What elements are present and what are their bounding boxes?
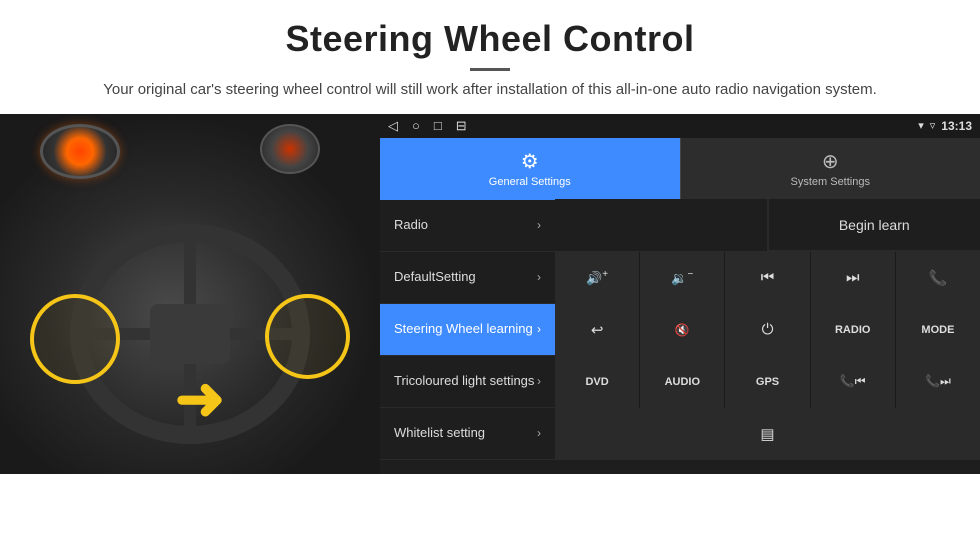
mode-text-button[interactable]: MODE: [896, 304, 980, 356]
left-menu: Radio › DefaultSetting › Steering Wheel …: [380, 200, 555, 474]
screen-button[interactable]: ▤: [555, 408, 980, 460]
volume-up-button[interactable]: 🔊+: [555, 252, 640, 304]
menu-item-tricolour-label: Tricoloured light settings: [394, 373, 537, 390]
hang-up-button[interactable]: ↩: [555, 304, 640, 356]
menu-buttons-row: Radio › DefaultSetting › Steering Wheel …: [380, 200, 980, 474]
power-icon: ⏻: [762, 321, 774, 338]
nav-menu-icon[interactable]: ⊟: [456, 118, 467, 134]
tel-prev-button[interactable]: 📞⏮: [811, 356, 896, 408]
nav-buttons: ◁ ○ □ ⊟: [388, 118, 467, 134]
android-panel: ◁ ○ □ ⊟ ▾ ▿ 13:13 ⚙ General Settings ⊕ S…: [380, 114, 980, 474]
page-title: Steering Wheel Control: [60, 18, 920, 60]
dvd-button[interactable]: DVD: [555, 356, 640, 408]
content-row: ➜ ◁ ○ □ ⊟ ▾ ▿ 13:13 ⚙ General Settings: [0, 114, 980, 474]
chevron-right-icon: ›: [537, 374, 541, 388]
hang-up-icon: ↩: [591, 321, 604, 339]
system-settings-icon: ⊕: [822, 149, 839, 174]
dashboard-instrument-left: [40, 124, 120, 179]
menu-item-radio[interactable]: Radio ›: [380, 200, 555, 252]
menu-item-whitelist[interactable]: Whitelist setting ›: [380, 408, 555, 460]
general-settings-icon: ⚙: [521, 149, 539, 174]
chevron-right-icon: ›: [537, 426, 541, 440]
screen-icon: ▤: [760, 425, 774, 443]
tel-next-icon: 📞⏭: [925, 374, 951, 389]
next-track-icon: ⏭: [846, 269, 860, 286]
button-row-2: ↩ 🔇 ⏻ RADIO MODE: [555, 304, 980, 356]
tab-general-label: General Settings: [489, 176, 571, 188]
page-header: Steering Wheel Control Your original car…: [0, 0, 980, 114]
menu-item-tricolour[interactable]: Tricoloured light settings ›: [380, 356, 555, 408]
button-row-4: ▤: [555, 408, 980, 460]
title-divider: [470, 68, 510, 71]
menu-item-whitelist-label: Whitelist setting: [394, 425, 537, 442]
volume-up-icon: 🔊+: [586, 269, 608, 286]
tab-system-label: System Settings: [791, 176, 870, 188]
audio-label: AUDIO: [665, 376, 700, 388]
menu-item-default[interactable]: DefaultSetting ›: [380, 252, 555, 304]
mute-button[interactable]: 🔇: [640, 304, 725, 356]
chevron-right-icon: ›: [537, 270, 541, 284]
radio-text-button[interactable]: RADIO: [811, 304, 896, 356]
arrow-indicator: ➜: [175, 364, 225, 434]
status-time: 13:13: [941, 119, 972, 133]
wifi-icon: ▿: [930, 119, 936, 132]
begin-learn-button[interactable]: Begin learn: [768, 199, 980, 251]
right-button-grid: Begin learn 🔊+ 🔉− ⏮ ⏭: [555, 200, 980, 474]
empty-cell: [555, 199, 768, 251]
volume-down-button[interactable]: 🔉−: [640, 252, 725, 304]
phone-button[interactable]: 📞: [896, 252, 980, 304]
tab-system[interactable]: ⊕ System Settings: [680, 138, 980, 200]
audio-button[interactable]: AUDIO: [640, 356, 725, 408]
chevron-right-icon: ›: [537, 218, 541, 232]
gps-label: GPS: [756, 376, 779, 388]
menu-item-radio-label: Radio: [394, 217, 537, 234]
signal-icon: ▾: [918, 119, 924, 132]
tab-general[interactable]: ⚙ General Settings: [380, 138, 680, 200]
car-image: ➜: [0, 114, 380, 474]
prev-track-icon: ⏮: [761, 269, 775, 286]
mode-text-label: MODE: [921, 324, 954, 336]
button-row-3: DVD AUDIO GPS 📞⏮ 📞⏭: [555, 356, 980, 408]
volume-down-icon: 🔉−: [671, 269, 693, 286]
highlight-circle-right: [265, 294, 350, 379]
nav-recent-icon[interactable]: □: [434, 118, 442, 134]
next-track-button[interactable]: ⏭: [811, 252, 896, 304]
chevron-right-icon: ›: [537, 322, 541, 336]
dvd-label: DVD: [585, 376, 608, 388]
menu-item-default-label: DefaultSetting: [394, 269, 537, 286]
menu-item-steering[interactable]: Steering Wheel learning ›: [380, 304, 555, 356]
begin-learn-row: Begin learn: [555, 200, 980, 252]
tel-next-button[interactable]: 📞⏭: [896, 356, 980, 408]
status-icons: ▾ ▿ 13:13: [918, 119, 972, 133]
dashboard-instrument-right: [260, 124, 320, 174]
mute-icon: 🔇: [675, 323, 690, 337]
tel-prev-icon: 📞⏮: [840, 374, 866, 389]
nav-home-icon[interactable]: ○: [412, 118, 420, 134]
highlight-circle-left: [30, 294, 120, 384]
page-subtitle: Your original car's steering wheel contr…: [60, 79, 920, 102]
prev-track-button[interactable]: ⏮: [725, 252, 810, 304]
phone-icon: 📞: [929, 269, 948, 287]
power-button[interactable]: ⏻: [725, 304, 810, 356]
nav-back-icon[interactable]: ◁: [388, 118, 398, 134]
radio-text-label: RADIO: [835, 324, 870, 336]
status-bar: ◁ ○ □ ⊟ ▾ ▿ 13:13: [380, 114, 980, 138]
gps-button[interactable]: GPS: [725, 356, 810, 408]
menu-item-steering-label: Steering Wheel learning: [394, 321, 537, 338]
tab-bar: ⚙ General Settings ⊕ System Settings: [380, 138, 980, 200]
button-row-1: 🔊+ 🔉− ⏮ ⏭ 📞: [555, 252, 980, 304]
